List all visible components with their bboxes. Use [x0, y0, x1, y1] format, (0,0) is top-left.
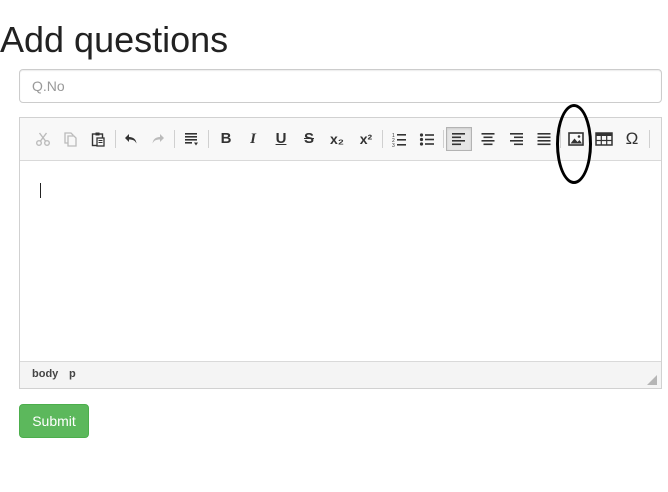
- toolbar-separator: [174, 130, 175, 148]
- strikethrough-icon: S: [303, 130, 314, 147]
- resize-handle-icon[interactable]: [647, 375, 657, 385]
- strikethrough-button[interactable]: S: [296, 127, 322, 151]
- subscript-icon: x₂: [329, 131, 344, 147]
- insert-image-button[interactable]: [563, 127, 589, 151]
- insert-table-icon: [595, 132, 613, 146]
- page-title: Add questions: [0, 19, 229, 60]
- path-item-body[interactable]: body: [32, 368, 58, 380]
- align-left-icon: [452, 133, 465, 146]
- editor-statusbar: body p: [20, 361, 661, 388]
- redo-button[interactable]: [145, 127, 171, 151]
- cut-button[interactable]: [30, 127, 56, 151]
- editor-content-area[interactable]: [20, 161, 661, 361]
- toolbar-separator: [208, 130, 209, 148]
- align-justify-icon: [537, 133, 551, 146]
- numbered-list-icon: 1 2 3: [392, 133, 406, 147]
- subscript-button[interactable]: x₂: [324, 127, 350, 151]
- rich-text-editor: B I U S x₂ x² 1 2 3 Ω body p: [19, 117, 662, 389]
- toolbar-separator: [115, 130, 116, 148]
- paste-icon: [91, 132, 105, 147]
- path-item-p[interactable]: p: [69, 368, 76, 380]
- editor-toolbar: B I U S x₂ x² 1 2 3 Ω: [20, 118, 661, 161]
- italic-icon: I: [250, 131, 256, 147]
- bold-icon: B: [220, 130, 232, 147]
- format-icon: [185, 133, 198, 146]
- copy-icon: [64, 132, 77, 147]
- toolbar-separator: [560, 130, 561, 148]
- page: Add questions Q.No B I U S x₂ x² 1 2 3 Ω…: [0, 0, 668, 492]
- cut-icon: [36, 132, 50, 146]
- toolbar-separator: [382, 130, 383, 148]
- align-justify-button[interactable]: [531, 127, 557, 151]
- undo-icon: [125, 134, 137, 144]
- superscript-button[interactable]: x²: [353, 127, 379, 151]
- align-center-button[interactable]: [475, 127, 501, 151]
- align-left-button[interactable]: [446, 127, 472, 151]
- redo-icon: [152, 134, 164, 144]
- copy-button[interactable]: [57, 127, 83, 151]
- special-character-button[interactable]: Ω: [619, 127, 645, 151]
- submit-button[interactable]: Submit: [19, 404, 89, 438]
- paste-button[interactable]: [85, 127, 111, 151]
- toolbar-separator: [443, 130, 444, 148]
- text-cursor: [40, 183, 41, 198]
- svg-text:3: 3: [392, 143, 395, 147]
- align-right-button[interactable]: [503, 127, 529, 151]
- italic-button[interactable]: I: [240, 127, 266, 151]
- align-right-icon: [510, 133, 523, 146]
- bullet-list-icon: [419, 133, 434, 146]
- underline-button[interactable]: U: [268, 127, 294, 151]
- numbered-list-button[interactable]: 1 2 3: [386, 127, 412, 151]
- insert-image-icon: [568, 132, 584, 146]
- underline-icon: U: [275, 130, 287, 147]
- insert-table-button[interactable]: [591, 127, 617, 151]
- toolbar-separator: [649, 130, 650, 148]
- special-character-icon: Ω: [625, 129, 639, 148]
- bullet-list-button[interactable]: [414, 127, 440, 151]
- superscript-icon: x²: [359, 131, 373, 147]
- undo-button[interactable]: [118, 127, 144, 151]
- question-number-input[interactable]: [19, 69, 662, 103]
- align-center-icon: [481, 133, 495, 146]
- bold-button[interactable]: B: [213, 127, 239, 151]
- format-button[interactable]: [178, 127, 204, 151]
